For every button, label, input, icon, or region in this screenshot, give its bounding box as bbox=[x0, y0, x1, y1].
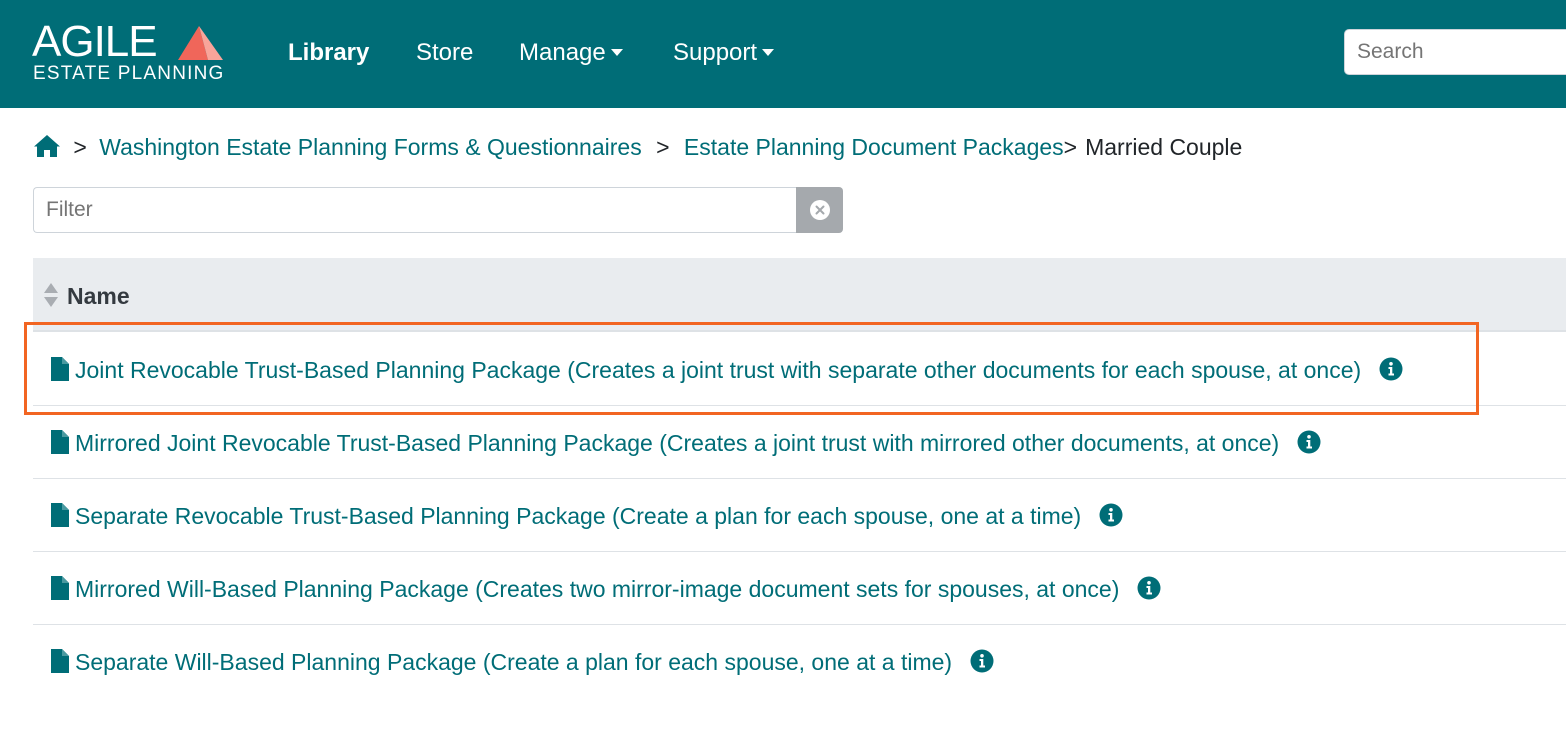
breadcrumb-separator: > bbox=[73, 134, 87, 160]
home-icon[interactable] bbox=[33, 134, 61, 165]
brand-logo[interactable]: AGILE ESTATE PLANNING bbox=[32, 20, 232, 86]
info-icon[interactable] bbox=[1137, 576, 1161, 607]
brand-tagline: ESTATE PLANNING bbox=[33, 63, 225, 84]
nav-manage-label: Manage bbox=[519, 39, 606, 66]
logo-triangle-icon bbox=[178, 26, 223, 60]
nav-support-label: Support bbox=[673, 39, 758, 66]
table-row: Separate Will-Based Planning Package (Cr… bbox=[33, 625, 1566, 698]
package-link-label: Mirrored Joint Revocable Trust-Based Pla… bbox=[75, 430, 1280, 456]
top-navbar: AGILE ESTATE PLANNING Library Store Mana… bbox=[0, 0, 1566, 108]
nav-library-label: Library bbox=[288, 39, 370, 66]
nav-support-dropdown[interactable]: Support bbox=[673, 38, 775, 68]
nav-manage-dropdown[interactable]: Manage bbox=[519, 38, 623, 68]
table-row: Mirrored Joint Revocable Trust-Based Pla… bbox=[33, 406, 1566, 479]
package-link[interactable]: Separate Revocable Trust-Based Planning … bbox=[75, 501, 1123, 534]
breadcrumb-link-forms[interactable]: Washington Estate Planning Forms & Quest… bbox=[99, 134, 641, 160]
breadcrumb-link-packages[interactable]: Estate Planning Document Packages bbox=[684, 134, 1064, 160]
file-icon bbox=[51, 503, 69, 527]
column-header-name[interactable]: Name bbox=[67, 282, 130, 310]
file-icon bbox=[51, 576, 69, 600]
clear-icon bbox=[809, 200, 830, 220]
file-icon bbox=[51, 357, 69, 381]
brand-wordmark: AGILE bbox=[32, 17, 158, 66]
package-link-label: Separate Revocable Trust-Based Planning … bbox=[75, 503, 1082, 529]
package-link-label: Mirrored Will-Based Planning Package (Cr… bbox=[75, 576, 1120, 602]
info-icon[interactable] bbox=[970, 649, 994, 680]
info-icon[interactable] bbox=[1379, 357, 1403, 388]
table-row: Joint Revocable Trust-Based Planning Pac… bbox=[33, 333, 1566, 406]
package-link[interactable]: Separate Will-Based Planning Package (Cr… bbox=[75, 647, 994, 680]
search-input[interactable] bbox=[1344, 29, 1566, 75]
file-icon bbox=[51, 430, 69, 454]
breadcrumb: > Washington Estate Planning Forms & Que… bbox=[33, 132, 1242, 164]
nav-store-label: Store bbox=[416, 39, 474, 66]
breadcrumb-current: Married Couple bbox=[1085, 134, 1243, 160]
table-header: Name bbox=[33, 258, 1566, 332]
sort-icon[interactable] bbox=[42, 282, 60, 308]
filter-clear-button[interactable] bbox=[796, 187, 843, 233]
filter-group bbox=[33, 187, 843, 233]
caret-down-icon bbox=[610, 49, 623, 56]
file-icon bbox=[51, 649, 69, 673]
package-link-label: Joint Revocable Trust-Based Planning Pac… bbox=[75, 357, 1362, 383]
filter-input[interactable] bbox=[33, 187, 797, 233]
package-link[interactable]: Mirrored Will-Based Planning Package (Cr… bbox=[75, 574, 1161, 607]
table-row: Separate Revocable Trust-Based Planning … bbox=[33, 479, 1566, 552]
nav-library[interactable]: Library bbox=[288, 38, 369, 68]
breadcrumb-separator: > bbox=[1063, 134, 1078, 160]
info-icon[interactable] bbox=[1099, 503, 1123, 534]
package-link[interactable]: Joint Revocable Trust-Based Planning Pac… bbox=[75, 355, 1403, 388]
table-row: Mirrored Will-Based Planning Package (Cr… bbox=[33, 552, 1566, 625]
breadcrumb-separator: > bbox=[656, 134, 670, 160]
package-link-label: Separate Will-Based Planning Package (Cr… bbox=[75, 649, 953, 675]
info-icon[interactable] bbox=[1297, 430, 1321, 461]
caret-down-icon bbox=[762, 49, 775, 56]
nav-store[interactable]: Store bbox=[416, 38, 473, 68]
package-link[interactable]: Mirrored Joint Revocable Trust-Based Pla… bbox=[75, 428, 1321, 461]
